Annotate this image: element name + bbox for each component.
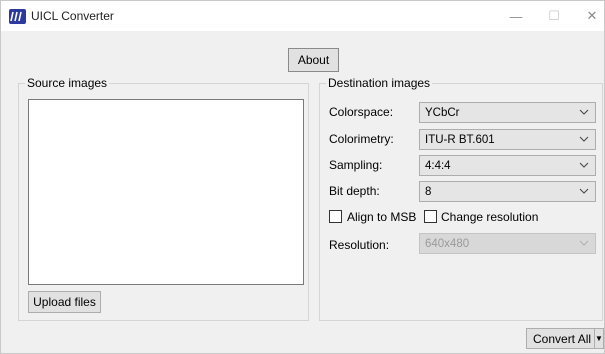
- bit-depth-label: Bit depth:: [329, 184, 380, 198]
- app-logo-icon: [9, 9, 26, 24]
- change-resolution-label[interactable]: Change resolution: [441, 210, 538, 224]
- resolution-select[interactable]: 640x480: [419, 233, 596, 254]
- title-bar[interactable]: UICL Converter — ☐ ✕: [1, 1, 604, 31]
- bit-depth-value: 8: [425, 185, 432, 198]
- chevron-down-icon: [579, 109, 589, 115]
- colorspace-label: Colorspace:: [329, 105, 394, 119]
- about-button[interactable]: About: [288, 48, 339, 72]
- chevron-down-icon: [579, 240, 589, 246]
- change-resolution-checkbox[interactable]: [424, 210, 437, 223]
- resolution-label: Resolution:: [329, 238, 390, 252]
- colorimetry-label: Colorimetry:: [329, 132, 394, 146]
- bit-depth-select[interactable]: 8: [419, 181, 596, 202]
- upload-files-button[interactable]: Upload files: [28, 291, 101, 313]
- source-images-list[interactable]: [28, 99, 304, 285]
- destination-images-title: Destination images: [326, 76, 433, 90]
- chevron-down-icon: [579, 162, 589, 168]
- resolution-value: 640x480: [425, 237, 470, 250]
- sampling-label: Sampling:: [329, 158, 383, 172]
- sampling-select[interactable]: 4:4:4: [419, 155, 596, 176]
- sampling-value: 4:4:4: [425, 159, 451, 172]
- close-button[interactable]: ✕: [570, 1, 605, 31]
- main-window: UICL Converter — ☐ ✕ About Source images…: [0, 0, 605, 354]
- colorimetry-select[interactable]: ITU-R BT.601: [419, 129, 596, 150]
- colorimetry-value: ITU-R BT.601: [425, 133, 495, 146]
- convert-all-button[interactable]: Convert All: [526, 328, 595, 349]
- align-to-msb-checkbox[interactable]: [329, 210, 342, 223]
- chevron-down-icon: [579, 188, 589, 194]
- colorspace-value: YCbCr: [425, 106, 460, 119]
- colorspace-select[interactable]: YCbCr: [419, 102, 596, 123]
- window-title: UICL Converter: [31, 9, 114, 23]
- convert-options-dropdown[interactable]: ▼: [594, 328, 604, 349]
- source-images-title: Source images: [25, 76, 110, 90]
- align-to-msb-label[interactable]: Align to MSB: [347, 210, 416, 224]
- chevron-down-icon: [579, 136, 589, 142]
